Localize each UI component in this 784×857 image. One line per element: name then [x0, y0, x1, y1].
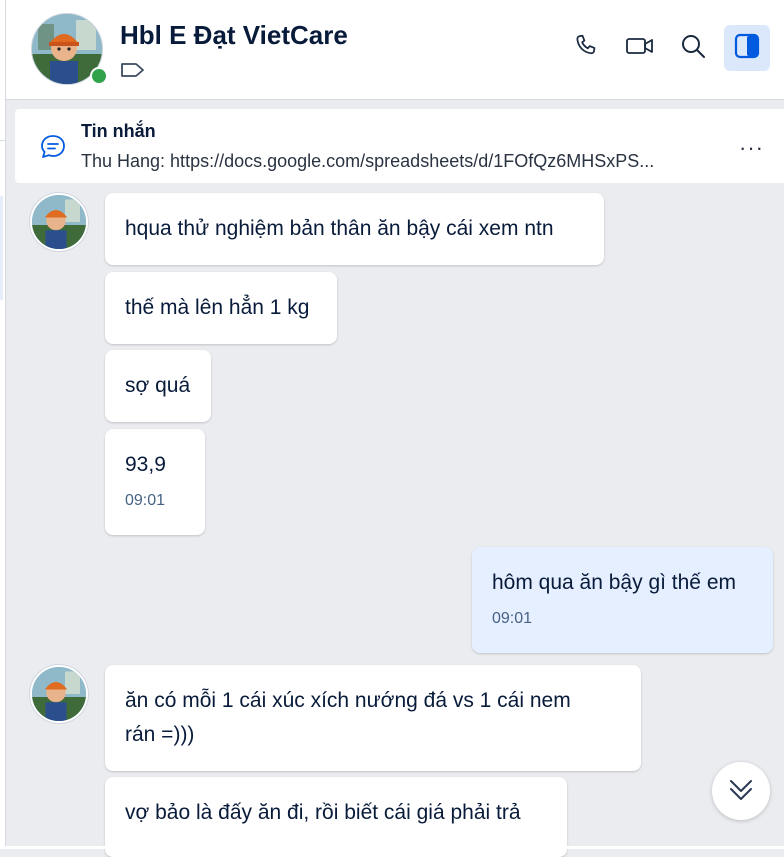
pinned-title: Tin nhắn — [81, 121, 156, 141]
pinned-message-bar[interactable]: Tin nhắn Thu Hang: https://docs.google.c… — [15, 109, 784, 183]
message-time: 09:01 — [492, 610, 533, 627]
message-text: sợ quá — [125, 374, 191, 397]
pinned-preview: Thu Hang: https://docs.google.com/spread… — [81, 151, 655, 171]
message-bubble[interactable]: thế mà lên hẳn 1 kg — [105, 272, 337, 344]
phone-icon — [572, 32, 600, 65]
message-bubble[interactable]: 93,9 09:01 — [105, 429, 205, 535]
message-text: hqua thử nghiệm bản thân ăn bậy cái xem … — [125, 217, 554, 240]
selection-marker — [0, 196, 3, 300]
message-text: thế mà lên hẳn 1 kg — [125, 296, 310, 319]
call-button[interactable] — [563, 25, 609, 71]
message-bubble[interactable]: sợ quá — [105, 350, 211, 422]
message-bubble[interactable]: hqua thử nghiệm bản thân ăn bậy cái xem … — [105, 193, 604, 265]
scroll-down-icon — [725, 773, 757, 810]
toggle-info-panel-button[interactable] — [724, 25, 770, 71]
video-call-button[interactable] — [617, 25, 663, 71]
message-text: vợ bảo là đấy ăn đi, rồi biết cái giá ph… — [125, 801, 521, 824]
message-text-line1: ăn có mỗi 1 cái xúc xích nướng đá vs 1 c… — [125, 689, 571, 712]
sender-avatar[interactable] — [30, 193, 88, 251]
left-panel-edge — [0, 0, 6, 849]
more-icon[interactable]: ··· — [739, 135, 764, 161]
search-button[interactable] — [670, 25, 716, 71]
message-icon — [39, 133, 67, 161]
sidebar-toggle-icon — [733, 32, 761, 65]
chat-header: Hbl E Đạt VietCare — [6, 0, 784, 100]
sender-avatar[interactable] — [30, 665, 88, 723]
divider — [0, 140, 5, 141]
tag-icon[interactable] — [120, 60, 146, 80]
message-text-line2: rán =))) — [125, 723, 195, 746]
message-text: hôm qua ăn bậy gì thế em — [492, 571, 736, 594]
search-icon — [679, 32, 707, 65]
message-bubble[interactable]: ăn có mỗi 1 cái xúc xích nướng đá vs 1 c… — [105, 665, 641, 771]
video-call-icon — [625, 33, 655, 64]
message-time: 09:01 — [125, 492, 166, 509]
chat-title[interactable]: Hbl E Đạt VietCare — [120, 20, 348, 51]
message-bubble[interactable]: vợ bảo là đấy ăn đi, rồi biết cái giá ph… — [105, 777, 567, 857]
scroll-to-bottom-button[interactable] — [712, 762, 770, 820]
online-status-dot — [90, 67, 108, 85]
my-message-bubble[interactable]: hôm qua ăn bậy gì thế em 09:01 — [472, 547, 773, 653]
message-text: 93,9 — [125, 453, 166, 476]
